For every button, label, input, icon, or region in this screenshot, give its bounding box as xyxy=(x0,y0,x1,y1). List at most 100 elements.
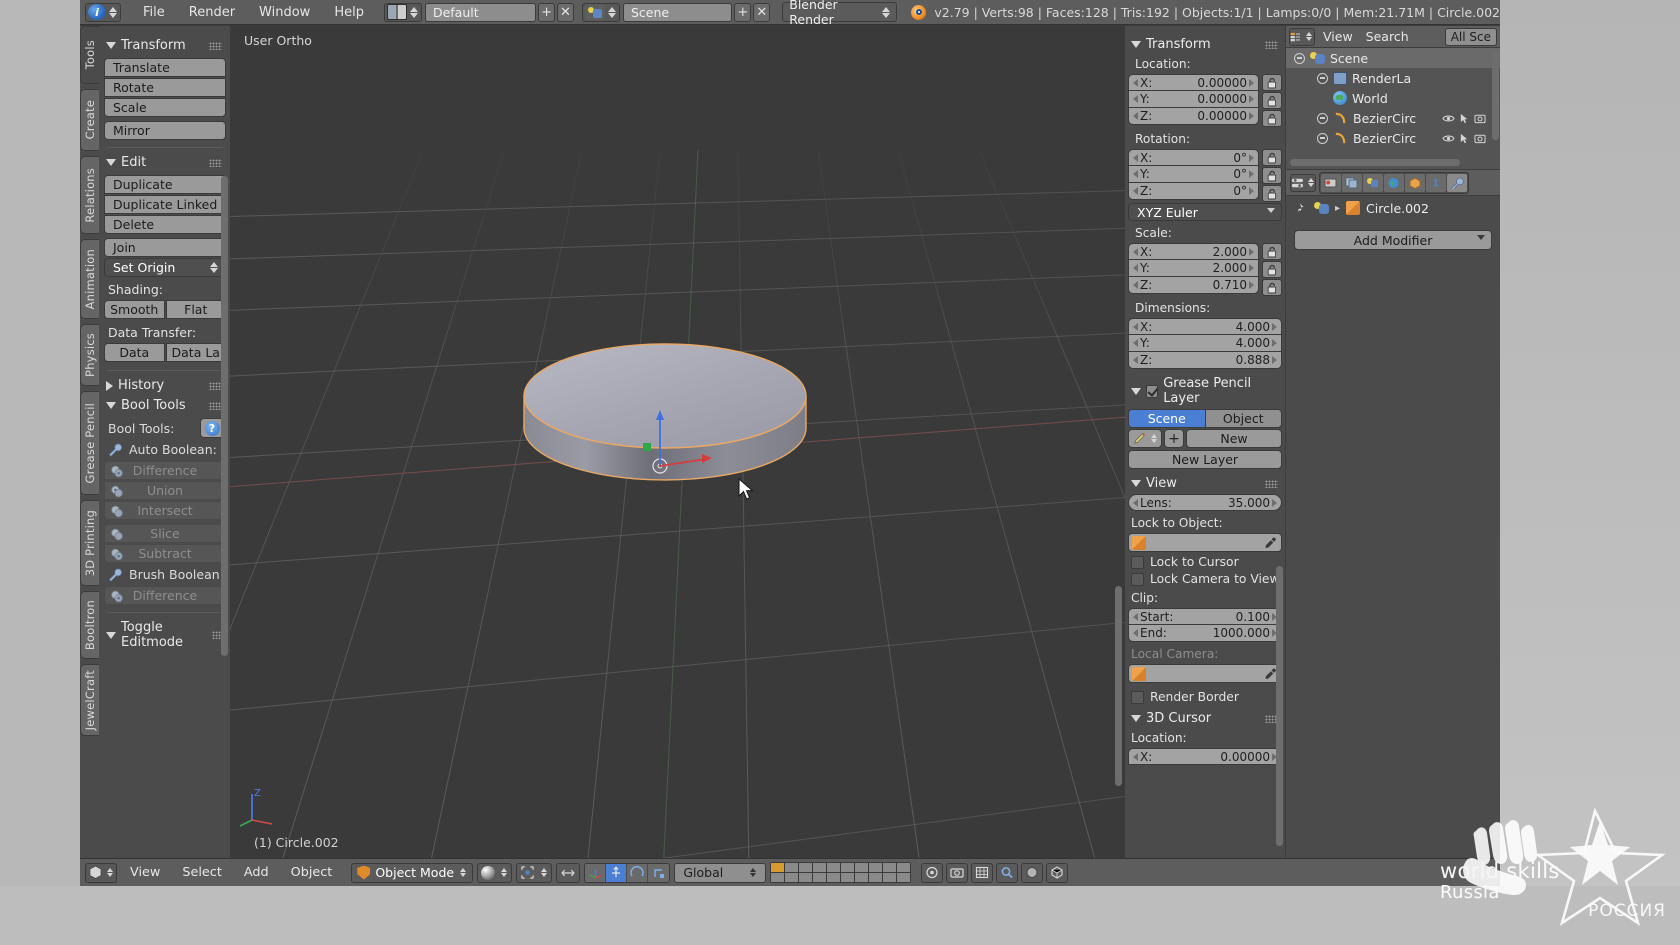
scale-z-field[interactable]: Z: 0.710 xyxy=(1128,277,1259,294)
outliner-vertical-scrollbar[interactable] xyxy=(1492,50,1499,140)
lock-scale-x[interactable] xyxy=(1262,243,1282,260)
menu-help[interactable]: Help xyxy=(322,3,376,22)
lock-camera-to-view-row[interactable]: Lock Camera to View xyxy=(1131,572,1282,586)
npanel-scrollbar[interactable] xyxy=(1276,566,1283,846)
tab-grease-pencil[interactable]: Grease Pencil xyxy=(80,391,99,495)
tab-relations[interactable]: Relations xyxy=(80,156,99,234)
eye-icon[interactable] xyxy=(1442,133,1455,144)
select-menu[interactable]: Select xyxy=(173,865,230,880)
rotation-z-field[interactable]: Z: 0° xyxy=(1128,183,1259,200)
chevron-updown-icon[interactable] xyxy=(540,868,548,877)
transform-section-header[interactable]: Transform xyxy=(1131,37,1282,52)
matcap-button[interactable] xyxy=(1021,862,1044,883)
lock-rotation-x[interactable] xyxy=(1262,149,1282,166)
outliner-horizontal-scrollbar[interactable] xyxy=(1290,159,1460,166)
menu-render[interactable]: Render xyxy=(177,3,247,22)
rotation-mode-dropdown[interactable]: XYZ Euler xyxy=(1128,203,1282,221)
lock-camera-checkbox[interactable] xyxy=(1131,572,1144,586)
auto-intersect-button[interactable]: Intersect xyxy=(104,501,226,520)
rotate-manipulator-toggle[interactable] xyxy=(627,863,649,882)
duplicate-button[interactable]: Duplicate xyxy=(104,175,226,194)
outliner-row-renderlayers[interactable]: RenderLa xyxy=(1286,68,1500,88)
tab-world[interactable] xyxy=(1384,173,1404,192)
expander-plus-icon[interactable] xyxy=(1317,132,1328,144)
render-border-checkbox[interactable] xyxy=(1131,690,1144,704)
gp-add-button[interactable]: + xyxy=(1164,429,1184,448)
tab-render-layers[interactable] xyxy=(1342,173,1362,192)
data-button[interactable]: Data xyxy=(104,343,165,362)
outliner-menu-search[interactable]: Search xyxy=(1361,29,1414,44)
chevron-updown-icon[interactable] xyxy=(459,868,467,877)
auto-union-button[interactable]: Union xyxy=(104,481,226,500)
cursor-select-icon[interactable] xyxy=(1459,113,1470,124)
local-camera-field[interactable] xyxy=(1128,664,1282,683)
manipulator-toggle[interactable] xyxy=(585,863,607,882)
transform-orientation-selector[interactable]: Global xyxy=(674,862,767,883)
snap-toggle-button[interactable] xyxy=(556,862,581,883)
scene-layers[interactable] xyxy=(770,862,912,883)
join-button[interactable]: Join xyxy=(104,238,226,257)
object-menu[interactable]: Object xyxy=(282,865,342,880)
grease-pencil-checkbox[interactable] xyxy=(1146,384,1159,398)
outliner-row-beziercircle-2[interactable]: BezierCirc xyxy=(1286,128,1500,148)
outliner-display-mode[interactable] xyxy=(1289,27,1315,46)
scene-icon[interactable] xyxy=(1314,201,1329,215)
chevron-updown-icon[interactable] xyxy=(106,868,114,877)
brush-difference-button[interactable]: Difference xyxy=(104,586,226,605)
data-layout-button[interactable]: Data La xyxy=(165,343,226,362)
clip-end-field[interactable]: End: 1000.000 xyxy=(1128,625,1282,642)
eyedropper-icon[interactable] xyxy=(1264,536,1277,550)
history-panel-header[interactable]: History xyxy=(106,378,226,393)
clip-start-field[interactable]: Start: 0.100 xyxy=(1128,608,1282,625)
dimension-y-field[interactable]: Y: 4.000 xyxy=(1128,335,1282,352)
lock-scale-y[interactable] xyxy=(1262,261,1282,278)
mirror-button[interactable]: Mirror xyxy=(104,121,226,140)
tab-physics[interactable]: Physics xyxy=(80,324,99,386)
dimension-z-field[interactable]: Z: 0.888 xyxy=(1128,352,1282,369)
menu-window[interactable]: Window xyxy=(247,3,322,22)
add-layout-button[interactable]: + xyxy=(538,2,556,22)
gp-datablock-selector[interactable] xyxy=(1128,429,1162,448)
outliner-row-beziercircle-1[interactable]: BezierCirc xyxy=(1286,108,1500,128)
lock-location-x[interactable] xyxy=(1262,74,1282,91)
auto-subtract-button[interactable]: Subtract xyxy=(104,544,226,563)
grease-pencil-section-header[interactable]: Grease Pencil Layer xyxy=(1131,376,1282,406)
search-button[interactable] xyxy=(996,862,1019,883)
scale-manipulator-toggle[interactable] xyxy=(648,863,670,882)
interaction-mode-selector[interactable]: Object Mode xyxy=(351,862,474,883)
location-z-field[interactable]: Z: 0.00000 xyxy=(1128,108,1259,125)
tab-3d-printing[interactable]: 3D Printing xyxy=(80,500,99,586)
wireframe-button[interactable] xyxy=(1046,862,1069,883)
pivot-point-selector[interactable] xyxy=(516,862,553,883)
lock-scale-z[interactable] xyxy=(1262,279,1282,296)
delete-button[interactable]: Delete xyxy=(104,215,226,234)
chevron-updown-icon[interactable] xyxy=(1150,434,1157,443)
tab-object[interactable] xyxy=(1405,173,1425,192)
scale-y-field[interactable]: Y: 2.000 xyxy=(1128,260,1259,277)
scene-selector[interactable] xyxy=(581,2,620,22)
tab-scene[interactable] xyxy=(1363,173,1383,192)
chevron-updown-icon[interactable] xyxy=(108,6,118,18)
tab-render[interactable] xyxy=(1321,173,1341,192)
scene-name-field[interactable]: Scene xyxy=(622,2,733,22)
tab-jewelcraft[interactable]: JewelCraft xyxy=(80,664,99,736)
tab-create[interactable]: Create xyxy=(80,89,99,151)
cursor-select-icon[interactable] xyxy=(1459,133,1470,144)
gp-new-layer-button[interactable]: New Layer xyxy=(1128,450,1282,469)
expander-plus-icon[interactable] xyxy=(1317,72,1328,84)
tab-booltron[interactable]: Booltron xyxy=(80,591,99,659)
camera-render-icon[interactable] xyxy=(1474,133,1486,144)
render-preview-button[interactable] xyxy=(946,862,969,883)
lock-rotation-z[interactable] xyxy=(1262,185,1282,202)
delete-scene-button[interactable]: ✕ xyxy=(753,2,771,22)
3d-viewport[interactable]: User Ortho (1) Circle.002 Z xyxy=(230,26,1125,858)
chevron-updown-icon[interactable] xyxy=(607,6,617,18)
lock-to-cursor-row[interactable]: Lock to Cursor xyxy=(1131,555,1282,569)
auto-slice-button[interactable]: Slice xyxy=(104,524,226,543)
translate-button[interactable]: Translate xyxy=(104,58,226,77)
lock-to-object-field[interactable] xyxy=(1128,533,1282,552)
viewport-shading-selector[interactable] xyxy=(477,862,513,883)
gp-new-button[interactable]: New xyxy=(1186,429,1282,448)
view-menu[interactable]: View xyxy=(121,865,169,880)
dimension-x-field[interactable]: X: 4.000 xyxy=(1128,318,1282,335)
